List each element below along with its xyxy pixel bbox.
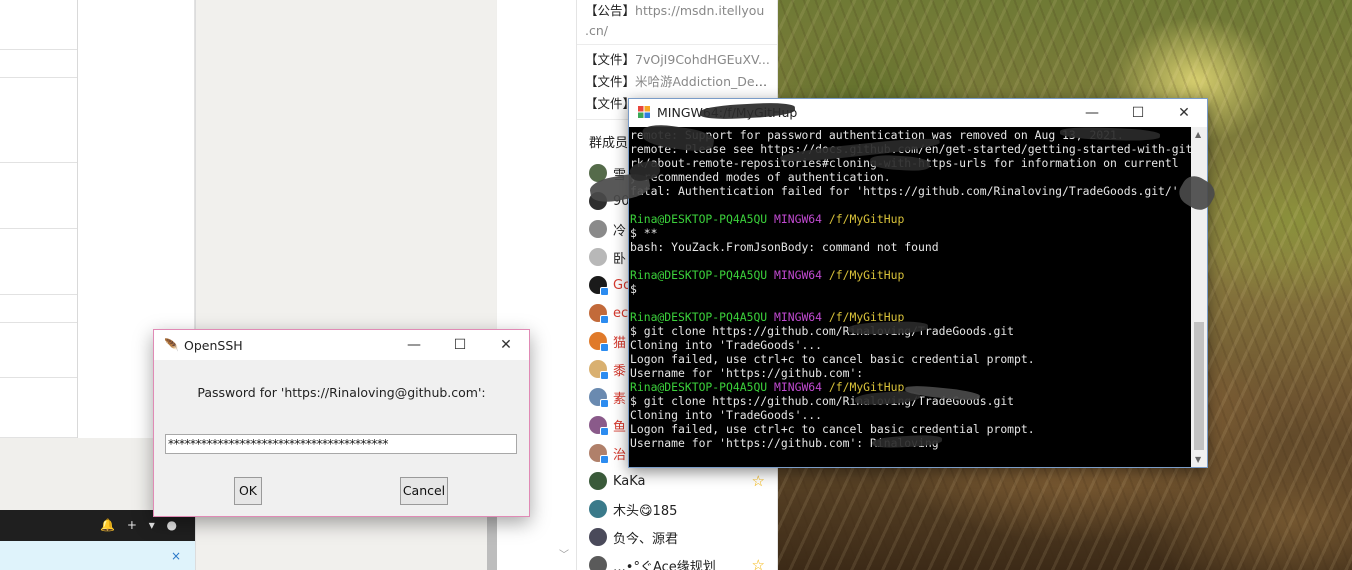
terminal-line: bash: YouZack.FromJsonBody: command not … [630, 240, 939, 254]
terminal-line: Cloning into 'TradeGoods'... [630, 338, 823, 352]
password-field[interactable]: **************************************** [165, 434, 517, 454]
dialog-titlebar[interactable]: 🪶 OpenSSH — ☐ ✕ [154, 330, 529, 360]
avatar[interactable] [589, 276, 609, 296]
ok-button[interactable]: OK [234, 477, 262, 505]
terminal-output[interactable]: remote: Support for password authenticat… [629, 127, 1191, 467]
file-item[interactable]: 【文件】米哈游Addiction_Dem... [577, 71, 777, 93]
password-prompt: Password for 'https://Rinaloving@github.… [197, 385, 486, 400]
cancel-button[interactable]: Cancel [400, 477, 448, 505]
toolbar-icons[interactable]: 🔔 + ▾ ● [100, 518, 181, 532]
terminal-window[interactable]: MINGW64:/f/MyGitHup — ☐ ✕ remote: Suppor… [628, 98, 1208, 468]
terminal-line: Rina@DESKTOP-PQ4A5QU MINGW64 /f/MyGitHup [630, 212, 905, 226]
member-name: KaKa [613, 473, 646, 489]
terminal-line: $ ** [630, 226, 658, 240]
openssh-dialog[interactable]: 🪶 OpenSSH — ☐ ✕ Password for 'https://Ri… [153, 329, 530, 517]
member-name: 负今、源君 [613, 531, 679, 547]
terminal-line: Username for 'https://github.com': [630, 366, 864, 380]
close-button[interactable]: ✕ [483, 330, 529, 360]
member-name: ‥.•°ぐAce缘规划 [613, 559, 716, 570]
member-item[interactable]: KaKa ☆ [577, 467, 777, 495]
announcement[interactable]: 【公告】https://msdn.itellyou [577, 0, 777, 22]
member-item[interactable]: 负今、源君 [577, 523, 777, 551]
terminal-line: Logon failed, use ctrl+c to cancel basic… [630, 422, 1035, 436]
member-name: 冷 [613, 223, 627, 239]
online-status-icon [600, 371, 609, 380]
avatar[interactable] [589, 416, 609, 436]
avatar[interactable] [589, 472, 607, 490]
avatar[interactable] [589, 332, 609, 352]
member-item[interactable]: ‥.•°ぐAce缘规划 ☆ [577, 551, 777, 570]
notice-bar: × [0, 541, 195, 570]
avatar[interactable] [589, 360, 609, 380]
terminal-line: Logon failed, use ctrl+c to cancel basic… [630, 352, 1035, 366]
scroll-down-icon[interactable]: ▼ [1195, 455, 1201, 464]
member-name: 素 [613, 391, 627, 407]
file-item[interactable]: 【文件】7vOjI9CohdHGEuXV... [577, 49, 777, 71]
online-status-icon [600, 455, 609, 464]
sheet-grid-column [0, 0, 78, 438]
dialog-title: OpenSSH [184, 338, 243, 353]
online-status-icon [600, 287, 609, 296]
git-logo-icon [638, 106, 650, 118]
maximize-button[interactable]: ☐ [437, 330, 483, 360]
minimize-button[interactable]: — [1069, 99, 1115, 127]
member-name: 治 [613, 447, 627, 463]
announcement-cont: .cn/ [585, 23, 608, 38]
scroll-up-icon[interactable]: ▲ [1195, 130, 1201, 139]
avatar[interactable] [589, 500, 607, 518]
terminal-line: y recommended modes of authentication. [630, 170, 891, 184]
feather-icon: 🪶 [164, 338, 179, 352]
avatar[interactable] [589, 220, 607, 238]
chevron-down-icon[interactable]: ﹀ [559, 546, 569, 561]
online-status-icon [600, 427, 609, 436]
member-name: 猫 [613, 335, 627, 351]
avatar[interactable] [589, 304, 609, 324]
avatar[interactable] [589, 528, 607, 546]
terminal-line: Rina@DESKTOP-PQ4A5QU MINGW64 /f/MyGitHup [630, 268, 905, 282]
maximize-button[interactable]: ☐ [1115, 99, 1161, 127]
avatar[interactable] [589, 444, 609, 464]
online-status-icon [600, 315, 609, 324]
member-item[interactable]: 木头😋185 [577, 495, 777, 523]
online-status-icon [600, 343, 609, 352]
avatar[interactable] [589, 248, 607, 266]
member-name: ec [613, 305, 629, 321]
avatar[interactable] [589, 556, 607, 570]
avatar[interactable] [589, 388, 609, 408]
scroll-thumb[interactable] [1194, 322, 1204, 450]
close-button[interactable]: ✕ [1161, 99, 1207, 127]
close-icon[interactable]: × [171, 549, 181, 563]
minimize-button[interactable]: — [391, 330, 437, 360]
member-name: 木头😋185 [613, 503, 678, 519]
star-badge-icon: ☆ [751, 556, 765, 570]
online-status-icon [600, 399, 609, 408]
member-name: 鱼 [613, 419, 627, 435]
terminal-line: $ [630, 282, 637, 296]
member-name: 黍 [613, 363, 627, 379]
terminal-line: Cloning into 'TradeGoods'... [630, 408, 823, 422]
terminal-line: fatal: Authentication failed for 'https:… [630, 184, 1179, 198]
member-name: 卧 [613, 251, 627, 267]
star-badge-icon: ☆ [751, 472, 765, 490]
